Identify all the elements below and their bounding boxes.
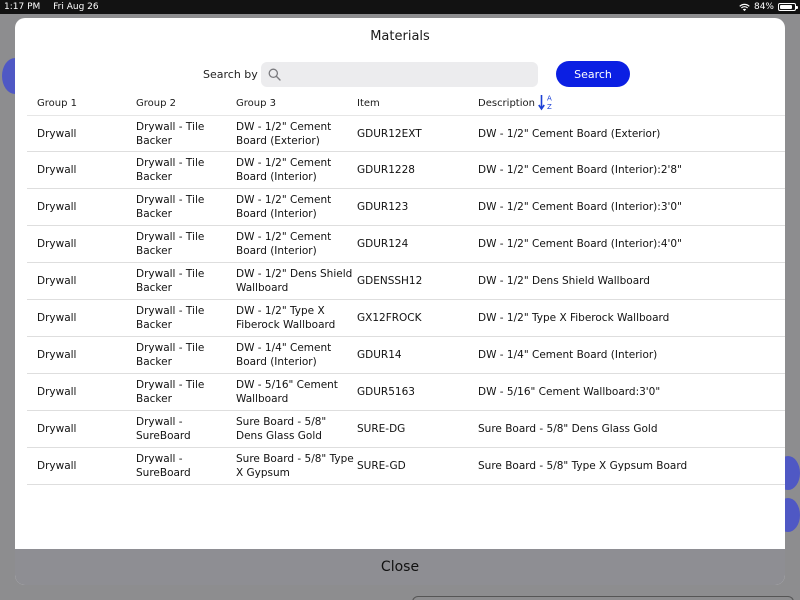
battery-percent: 84%	[753, 2, 774, 12]
cell-group-2: Drywall - SureBoard	[136, 416, 191, 442]
cell-description: DW - 1/2" Cement Board (Exterior)	[478, 128, 661, 140]
cell-description: DW - 1/2" Type X Fiberock Wallboard	[478, 312, 670, 324]
column-header-group-2[interactable]: Group 2	[136, 98, 176, 109]
background-panel-edge	[412, 596, 794, 600]
search-icon	[268, 68, 281, 81]
cell-group-1: Drywall	[37, 164, 77, 176]
cell-group-2: Drywall - Tile Backer	[136, 305, 205, 331]
cell-group-1: Drywall	[37, 312, 77, 324]
cell-group-1: Drywall	[37, 201, 77, 213]
table-row[interactable]: Drywall Drywall - Tile Backer DW - 1/4" Ce…	[27, 337, 785, 374]
search-button[interactable]: Search	[556, 61, 630, 87]
wifi-icon	[739, 3, 750, 11]
cell-group-3: DW - 1/2" Dens Shield Wallboard	[236, 268, 353, 294]
table-row[interactable]: Drywall Drywall - Tile Backer DW - 1/2" Ty…	[27, 300, 785, 337]
cell-group-3: DW - 1/2" Cement Board (Interior)	[236, 231, 332, 257]
cell-description: Sure Board - 5/8" Dens Glass Gold	[478, 423, 658, 435]
cell-group-3: DW - 1/4" Cement Board (Interior)	[236, 342, 332, 368]
materials-modal: Materials Search by Search Group 1 Group…	[15, 18, 785, 585]
cell-group-3: DW - 1/2" Cement Board (Interior)	[236, 157, 332, 183]
table-row[interactable]: Drywall Drywall - Tile Backer DW - 1/2" De…	[27, 263, 785, 300]
cell-group-3: DW - 1/2" Type X Fiberock Wallboard	[236, 305, 336, 331]
cell-group-2: Drywall - Tile Backer	[136, 231, 205, 257]
cell-item: GDUR14	[357, 349, 402, 361]
table-row[interactable]: Drywall Drywall - Tile Backer DW - 1/2" Ce…	[27, 189, 785, 226]
cell-group-1: Drywall	[37, 275, 77, 287]
search-input[interactable]	[287, 65, 532, 84]
cell-group-2: Drywall - Tile Backer	[136, 379, 205, 405]
cell-description: DW - 1/4" Cement Board (Interior)	[478, 349, 658, 361]
column-header-group-1[interactable]: Group 1	[37, 98, 77, 109]
cell-item: GDUR124	[357, 238, 409, 250]
cell-item: GDUR123	[357, 201, 409, 213]
cell-group-3: Sure Board - 5/8" Dens Glass Gold	[236, 416, 327, 442]
cell-group-3: Sure Board - 5/8" Type X Gypsum	[236, 453, 354, 479]
column-header-item[interactable]: Item	[357, 98, 380, 109]
column-header-description[interactable]: Description	[478, 98, 535, 109]
cell-group-1: Drywall	[37, 238, 77, 250]
cell-description: DW - 1/2" Cement Board (Interior):3'0"	[478, 201, 682, 213]
modal-title: Materials	[370, 29, 430, 44]
cell-description: Sure Board - 5/8" Type X Gypsum Board	[478, 460, 688, 472]
battery-fill	[780, 5, 792, 9]
cell-item: SURE-DG	[357, 423, 406, 435]
status-time: 1:17 PM	[4, 2, 41, 12]
cell-group-2: Drywall - Tile Backer	[136, 121, 205, 147]
cell-group-1: Drywall	[37, 423, 77, 435]
cell-item: GDENSSH12	[357, 275, 423, 287]
svg-text:A: A	[547, 95, 552, 103]
cell-description: DW - 5/16" Cement Wallboard:3'0"	[478, 386, 661, 398]
cell-group-3: DW - 1/2" Cement Board (Exterior)	[236, 121, 332, 147]
table-row[interactable]: Drywall Drywall - Tile Backer DW - 5/16" C…	[27, 374, 785, 411]
column-header-group-3[interactable]: Group 3	[236, 98, 276, 109]
cell-group-2: Drywall - Tile Backer	[136, 342, 205, 368]
cell-group-2: Drywall - SureBoard	[136, 453, 191, 479]
cell-description: DW - 1/2" Dens Shield Wallboard	[478, 275, 650, 287]
cell-item: GDUR12EXT	[357, 128, 422, 140]
status-left: 1:17 PM Fri Aug 26	[4, 0, 109, 14]
table-row[interactable]: Drywall Drywall - SureBoard Sure Board - 5…	[27, 448, 785, 485]
cell-group-1: Drywall	[37, 386, 77, 398]
status-right: 84%	[739, 0, 798, 14]
search-label: Search by	[203, 68, 258, 81]
status-date: Fri Aug 26	[53, 2, 99, 12]
cell-group-2: Drywall - Tile Backer	[136, 157, 205, 183]
cell-group-1: Drywall	[37, 460, 77, 472]
cell-group-1: Drywall	[37, 128, 77, 140]
table-row[interactable]: Drywall Drywall - SureBoard Sure Board - 5…	[27, 411, 785, 448]
close-button[interactable]: Close	[15, 549, 785, 585]
svg-text:Z: Z	[547, 103, 552, 111]
cell-group-1: Drywall	[37, 349, 77, 361]
cell-group-3: DW - 5/16" Cement Wallboard	[236, 379, 338, 405]
cell-group-2: Drywall - Tile Backer	[136, 268, 205, 294]
cell-group-3: DW - 1/2" Cement Board (Interior)	[236, 194, 332, 220]
cell-item: GDUR1228	[357, 164, 415, 176]
cell-description: DW - 1/2" Cement Board (Interior):4'0"	[478, 238, 682, 250]
search-box[interactable]	[261, 62, 538, 87]
cell-group-2: Drywall - Tile Backer	[136, 194, 205, 220]
sort-ascending-icon[interactable]: A Z	[538, 93, 554, 111]
status-bar: 1:17 PM Fri Aug 26 84%	[0, 0, 800, 14]
table-row[interactable]: Drywall Drywall - Tile Backer DW - 1/2" Ce…	[27, 226, 785, 263]
cell-description: DW - 1/2" Cement Board (Interior):2'8"	[478, 164, 682, 176]
cell-item: SURE-GD	[357, 460, 406, 472]
cell-item: GDUR5163	[357, 386, 415, 398]
materials-table: Drywall Drywall - Tile Backer DW - 1/2" Ce…	[27, 115, 785, 485]
table-header: Group 1 Group 2 Group 3 Item Description…	[27, 90, 785, 116]
table-row[interactable]: Drywall Drywall - Tile Backer DW - 1/2" Ce…	[27, 152, 785, 189]
table-row[interactable]: Drywall Drywall - Tile Backer DW - 1/2" Ce…	[27, 115, 785, 152]
cell-item: GX12FROCK	[357, 312, 422, 324]
battery-icon	[778, 3, 798, 11]
